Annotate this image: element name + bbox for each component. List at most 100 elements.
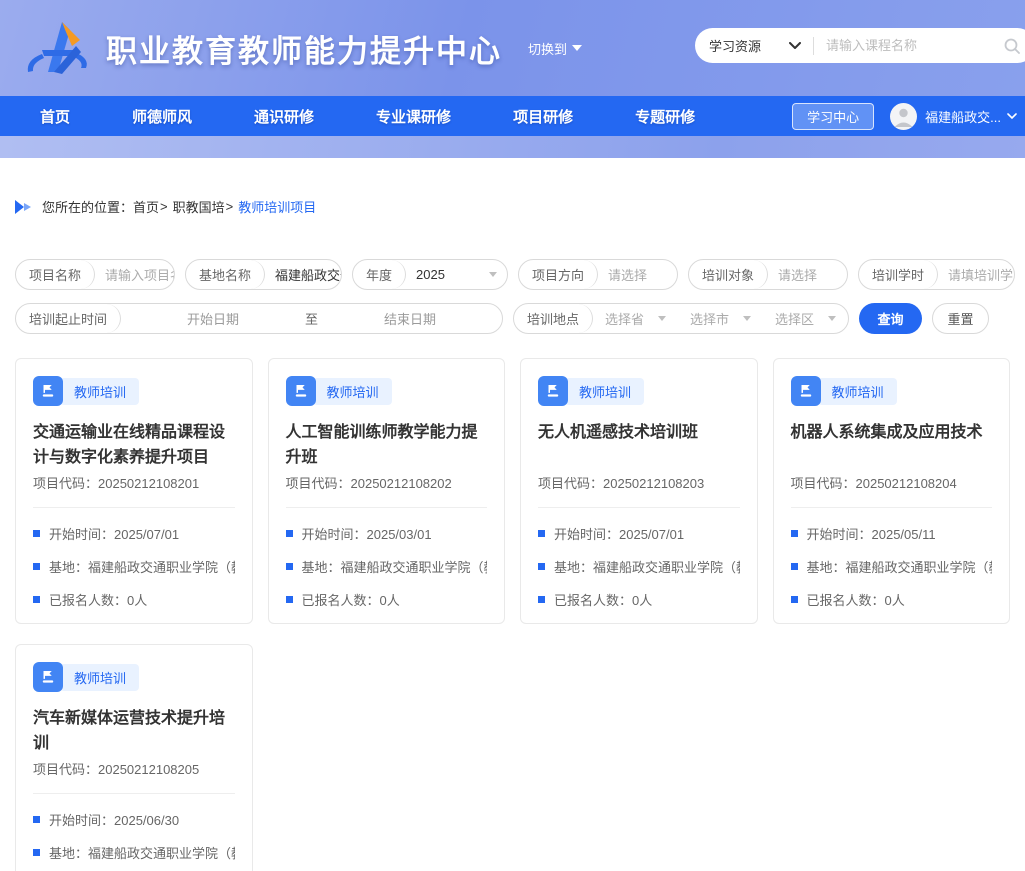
filter-year: 年度 2025: [352, 259, 508, 290]
badge-label: 教师培训: [60, 664, 139, 691]
start-date-input[interactable]: 开始日期: [121, 309, 305, 328]
filter-row-1: 项目名称 请输入项目名称 基地名称 福建船政交通职业学院 年度 2025 项目方…: [15, 259, 1010, 290]
nav-item-zhuanyeke[interactable]: 专业课研修: [376, 106, 451, 127]
banner-strip: [0, 136, 1025, 158]
card-title[interactable]: 机器人系统集成及应用技术: [791, 420, 993, 470]
card-title[interactable]: 汽车新媒体运营技术提升培训: [33, 706, 235, 756]
teacher-training-icon: [33, 662, 63, 692]
audience-select[interactable]: 请选择: [768, 265, 847, 284]
filter-location: 培训地点 选择省 选择市 选择区: [513, 303, 849, 334]
nav-item-shide[interactable]: 师德师风: [132, 106, 192, 127]
page-title: 职业教育教师能力提升中心: [106, 26, 502, 71]
card-start-time: 开始时间：2025/06/30: [33, 810, 235, 829]
location-marker-icon: [15, 200, 32, 214]
card-badge-row: 教师培训: [286, 376, 488, 406]
card-title[interactable]: 人工智能训练师教学能力提升班: [286, 420, 488, 470]
filter-audience: 培训对象 请选择: [688, 259, 848, 290]
nav-item-zhuanti[interactable]: 专题研修: [635, 106, 695, 127]
card-project-code: 项目代码：20250212108201: [33, 473, 235, 492]
card-base: 基地：福建船政交通职业学院（教师...: [538, 557, 740, 576]
card-enrolled-count: 已报名人数：0人: [791, 590, 993, 609]
date-range-separator: 至: [305, 309, 318, 328]
card-audited-count: 已审核人数：0人: [538, 623, 740, 624]
project-card[interactable]: 教师培训 无人机遥感技术培训班 项目代码：20250212108203 开始时间…: [520, 358, 758, 624]
breadcrumb-separator: >: [226, 199, 234, 214]
course-search-input[interactable]: [826, 38, 997, 53]
filter-label: 培训学时: [859, 260, 938, 289]
nav-item-home[interactable]: 首页: [40, 106, 70, 127]
card-project-code: 项目代码：20250212108202: [286, 473, 488, 492]
card-badge-row: 教师培训: [33, 376, 235, 406]
square-bullet-icon: [33, 849, 40, 856]
card-enrolled-count: 已报名人数：0人: [286, 590, 488, 609]
chevron-down-icon[interactable]: [1007, 113, 1017, 120]
search-category-select[interactable]: 学习资源: [709, 36, 761, 55]
card-base: 基地：福建船政交通职业学院（教师...: [286, 557, 488, 576]
divider: [286, 507, 488, 508]
divider: [33, 507, 235, 508]
badge-label: 教师培训: [60, 378, 139, 405]
card-audited-count: 已审核人数：0人: [286, 623, 488, 624]
site-logo-icon: [18, 16, 96, 80]
card-start-time: 开始时间：2025/03/01: [286, 524, 488, 543]
direction-select[interactable]: 请选择: [598, 265, 677, 284]
card-title[interactable]: 无人机遥感技术培训班: [538, 420, 740, 470]
project-card[interactable]: 教师培训 交通运输业在线精品课程设计与数字化素养提升项目 项目代码：202502…: [15, 358, 253, 624]
breadcrumb-current: 教师培训项目: [238, 197, 316, 216]
project-name-input[interactable]: 请输入项目名称: [95, 265, 174, 284]
square-bullet-icon: [33, 816, 40, 823]
card-audited-count: 已审核人数：0人: [33, 623, 235, 624]
nav-item-xiangmu[interactable]: 项目研修: [513, 106, 573, 127]
square-bullet-icon: [538, 596, 545, 603]
filter-label: 培训起止时间: [16, 304, 121, 333]
base-name-input[interactable]: 福建船政交通职业学院: [265, 265, 341, 284]
province-select[interactable]: 选择省: [593, 309, 678, 328]
card-badge-row: 教师培训: [33, 662, 235, 692]
badge-label: 教师培训: [565, 378, 644, 405]
card-project-code: 项目代码：20250212108205: [33, 759, 235, 778]
nav-item-tongshi[interactable]: 通识研修: [254, 106, 314, 127]
card-base: 基地：福建船政交通职业学院（教师...: [791, 557, 993, 576]
square-bullet-icon: [33, 596, 40, 603]
card-badge-row: 教师培训: [538, 376, 740, 406]
chevron-down-icon: [658, 316, 666, 321]
switch-to-label: 切换到: [528, 39, 567, 58]
divider: [538, 507, 740, 508]
filter-label: 项目方向: [519, 260, 598, 289]
breadcrumb-guopei[interactable]: 职教国培: [173, 197, 225, 216]
filter-hours: 培训学时 请填培训学时: [858, 259, 1015, 290]
square-bullet-icon: [791, 563, 798, 570]
filter-date-range: 培训起止时间 开始日期 至 结束日期: [15, 303, 503, 334]
chevron-down-icon[interactable]: [789, 42, 801, 50]
card-audited-count: 已审核人数：0人: [791, 623, 993, 624]
project-card[interactable]: 教师培训 人工智能训练师教学能力提升班 项目代码：20250212108202 …: [268, 358, 506, 624]
end-date-input[interactable]: 结束日期: [318, 309, 502, 328]
switch-to-dropdown[interactable]: 切换到: [528, 39, 582, 58]
site-header: 职业教育教师能力提升中心 切换到 学习资源: [0, 0, 1025, 96]
card-badge-row: 教师培训: [791, 376, 993, 406]
project-card[interactable]: 教师培训 机器人系统集成及应用技术 项目代码：20250212108204 开始…: [773, 358, 1011, 624]
learning-center-button[interactable]: 学习中心: [792, 103, 874, 130]
avatar[interactable]: [890, 103, 917, 130]
hours-input[interactable]: 请填培训学时: [938, 265, 1014, 284]
breadcrumb-home[interactable]: 首页: [133, 197, 159, 216]
square-bullet-icon: [791, 530, 798, 537]
chevron-down-icon: [828, 316, 836, 321]
project-card[interactable]: 教师培训 汽车新媒体运营技术提升培训 项目代码：20250212108205 开…: [15, 644, 253, 871]
search-icon[interactable]: [1003, 37, 1021, 55]
divider: [791, 507, 993, 508]
card-title[interactable]: 交通运输业在线精品课程设计与数字化素养提升项目: [33, 420, 235, 470]
square-bullet-icon: [538, 530, 545, 537]
city-select[interactable]: 选择市: [678, 309, 763, 328]
chevron-down-icon: [743, 316, 751, 321]
card-project-code: 项目代码：20250212108204: [791, 473, 993, 492]
chevron-down-icon[interactable]: [489, 272, 497, 277]
username-label[interactable]: 福建船政交...: [925, 107, 1001, 126]
reset-button[interactable]: 重置: [932, 303, 989, 334]
square-bullet-icon: [286, 530, 293, 537]
district-select[interactable]: 选择区: [763, 309, 848, 328]
card-start-time: 开始时间：2025/07/01: [33, 524, 235, 543]
query-button[interactable]: 查询: [859, 303, 922, 334]
year-select[interactable]: 2025: [406, 267, 489, 282]
teacher-training-icon: [538, 376, 568, 406]
